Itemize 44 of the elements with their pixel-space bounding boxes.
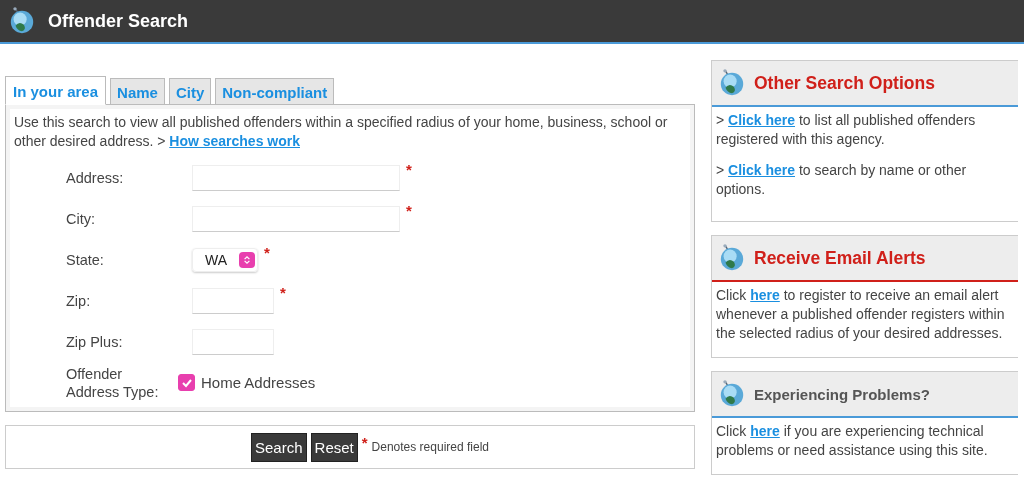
required-mark: * [264,243,270,261]
field-label: City: [66,209,96,228]
tab[interactable]: Name [110,78,165,104]
field-label: Zip: [66,291,92,310]
globe-icon [8,7,36,35]
input-field[interactable] [192,287,274,314]
input-field[interactable] [192,205,400,232]
info-text: Click here to register to receive an email alert whenever a published offender registers within the selected radius of your desired addresses. [716,286,1006,343]
input-field[interactable] [192,328,274,355]
info-text: Click here if you are experiencing technical problems or need assistance using this site. [716,422,989,460]
field-label: Address: [66,168,125,187]
info-text: > Click here to list all published offenders registered with this agency. [716,111,977,149]
text-link[interactable]: here [750,423,780,439]
field-label: Offender Address Type: [66,364,160,401]
checkbox[interactable] [178,374,195,391]
required-mark: * [361,433,368,451]
form-button[interactable]: Reset [310,432,358,462]
globe-icon [718,69,746,97]
updown-icon [239,251,256,268]
text-link[interactable]: Click here [728,112,795,128]
note-text: Denotes required field [371,440,489,454]
panel-title: Receive Email Alerts [754,247,926,269]
panel-title: Experiencing Problems? [754,385,930,403]
required-mark: * [406,201,412,219]
panel-title: Other Search Options [754,72,935,94]
required-mark: * [280,283,286,301]
checkbox-label: Home Addresses [201,374,316,391]
required-mark: * [406,160,412,178]
page-title: Offender Search [48,10,189,32]
globe-icon [718,380,746,408]
field-label: Zip Plus: [66,332,124,351]
tab[interactable]: Non-compliant [215,78,335,104]
form-button[interactable]: Search [251,432,307,462]
state-dropdown[interactable]: WA [192,247,259,272]
tab[interactable]: City [168,78,212,104]
input-field[interactable] [192,164,400,191]
globe-icon [718,244,746,272]
info-text: > Click here to search by name or other options. [716,161,968,199]
text-link[interactable]: here [750,287,780,303]
text-link[interactable]: Click here [728,162,795,178]
intro-text: Use this search to view all published offenders within a specified radius of your home, business, school or other desired address. > How searches work [14,113,669,151]
field-label: State: [66,250,105,269]
text-link[interactable]: How searches work [169,133,300,149]
tab[interactable]: In your area [5,76,107,105]
